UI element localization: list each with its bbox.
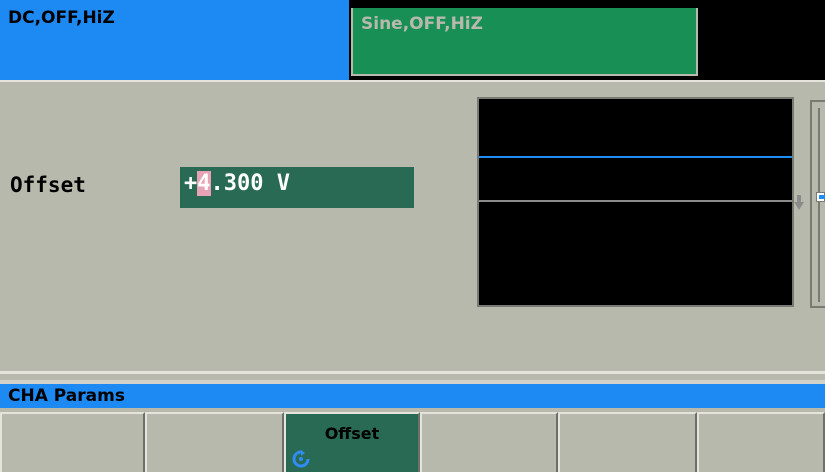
offset-value-rest: .300 V (210, 171, 290, 196)
softkey-5[interactable] (558, 412, 697, 472)
softkey-offset-label: Offset (324, 424, 380, 443)
amplitude-scale-inner (818, 108, 825, 302)
dc-level-line (479, 156, 792, 158)
channel-b-status: Sine,OFF,HiZ (361, 14, 483, 34)
softkey-6[interactable] (697, 412, 825, 472)
channel-b-tab[interactable]: Sine,OFF,HiZ (351, 8, 698, 76)
softkey-2[interactable] (145, 412, 284, 472)
zero-marker-icon (794, 202, 804, 210)
divider (0, 80, 825, 82)
offset-cursor-digit[interactable]: 4 (197, 171, 211, 196)
zero-line (479, 200, 792, 202)
menu-title: CHA Params (8, 386, 125, 406)
offset-value-field[interactable]: +4.300 V (180, 167, 414, 208)
softkey-1[interactable] (0, 412, 145, 472)
knob-rotate-icon (292, 450, 310, 468)
menu-header: CHA Params (0, 384, 825, 408)
offset-sign: + (184, 171, 198, 196)
channel-tab-bar: DC,OFF,HiZ Sine,OFF,HiZ (0, 0, 825, 80)
scale-level-fill (819, 195, 825, 199)
waveform-preview (477, 97, 794, 307)
softkey-offset[interactable]: Offset (284, 412, 420, 472)
channel-a-tab[interactable]: DC,OFF,HiZ (0, 0, 349, 80)
softkey-4[interactable] (420, 412, 558, 472)
channel-a-status: DC,OFF,HiZ (8, 8, 115, 28)
divider (0, 371, 825, 374)
offset-label: Offset (10, 173, 86, 197)
